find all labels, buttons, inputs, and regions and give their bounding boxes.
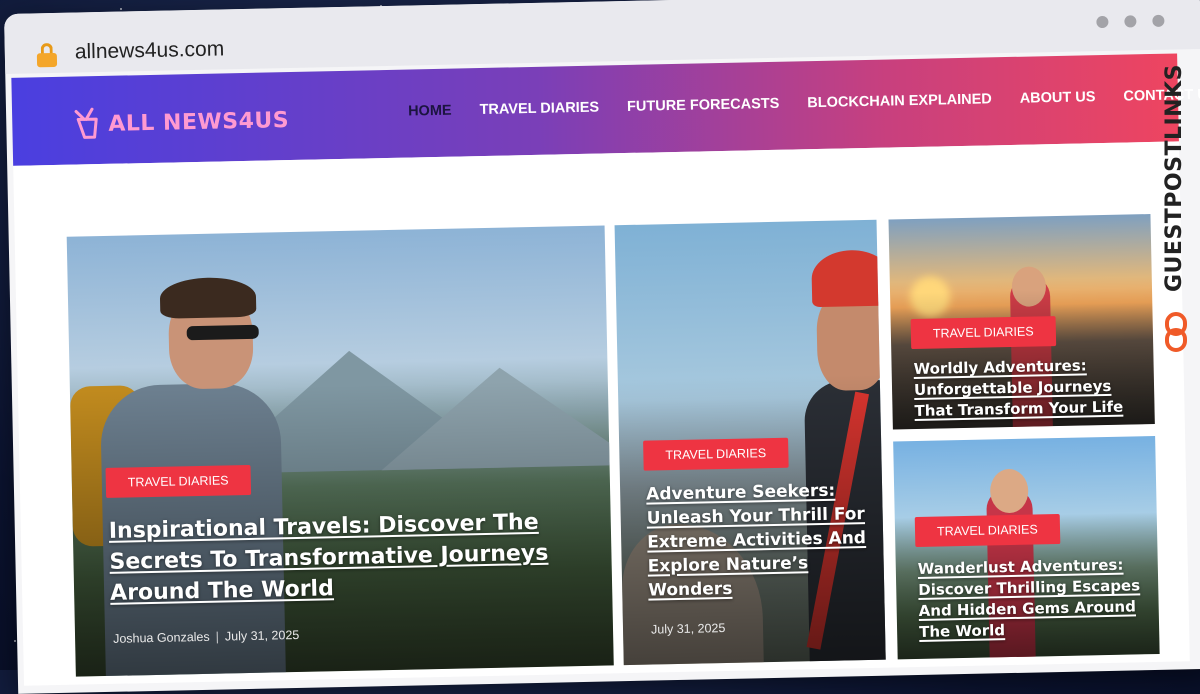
lock-icon: [36, 42, 58, 68]
window-dot-icon[interactable]: [1152, 14, 1165, 27]
nav-future-forecasts[interactable]: FUTURE FORECASTS: [627, 96, 780, 115]
post-date: July 31, 2025: [650, 621, 726, 637]
post-title[interactable]: Adventure Seekers: Unleash Your Thrill F…: [646, 478, 876, 603]
post-date: July 31, 2025: [224, 627, 300, 644]
logo-text: ALL NEWS4US: [108, 107, 290, 137]
tv-logo-icon: [74, 107, 98, 139]
window-dot-icon[interactable]: [1096, 15, 1109, 29]
window-dot-icon[interactable]: [1124, 15, 1137, 28]
post-card[interactable]: TRAVEL DIARIES Worldly Adventures: Unfor…: [888, 214, 1155, 430]
featured-post-card[interactable]: TRAVEL DIARIES Inspirational Travels: Di…: [66, 225, 614, 677]
guestpostlinks-watermark: GUESTPOSTLINKS: [1158, 60, 1194, 360]
url-text[interactable]: allnews4us.com: [75, 37, 225, 64]
nav-about-us[interactable]: ABOUT US: [1020, 89, 1096, 107]
post-author[interactable]: Joshua Gonzales: [113, 630, 210, 646]
post-card[interactable]: TRAVEL DIARIES Adventure Seekers: Unleas…: [614, 219, 886, 666]
nav-travel-diaries[interactable]: TRAVEL DIARIES: [479, 100, 599, 118]
site-logo[interactable]: ALL NEWS4US: [72, 100, 290, 145]
main-nav: HOME TRAVEL DIARIES FUTURE FORECASTS BLO…: [408, 86, 1200, 120]
window-controls: [1085, 12, 1165, 33]
watermark-text: GUESTPOSTLINKS: [1162, 64, 1187, 292]
featured-posts-grid: TRAVEL DIARIES Inspirational Travels: Di…: [13, 141, 1190, 686]
post-title[interactable]: Worldly Adventures: Unforgettable Journe…: [913, 354, 1142, 422]
category-badge[interactable]: TRAVEL DIARIES: [910, 316, 1056, 350]
category-badge[interactable]: TRAVEL DIARIES: [643, 437, 789, 471]
nav-home[interactable]: HOME: [408, 103, 452, 120]
chain-link-icon: [1165, 312, 1187, 352]
browser-window: allnews4us.com ALL NEWS4US HOME TRAVEL D…: [4, 0, 1200, 694]
category-badge[interactable]: TRAVEL DIARIES: [105, 464, 251, 498]
post-title[interactable]: Wanderlust Adventures: Discover Thrillin…: [918, 554, 1150, 643]
nav-blockchain-explained[interactable]: BLOCKCHAIN EXPLAINED: [807, 91, 992, 111]
category-badge[interactable]: TRAVEL DIARIES: [914, 514, 1061, 548]
post-title[interactable]: Inspirational Travels: Discover The Secr…: [109, 506, 561, 608]
post-card[interactable]: TRAVEL DIARIES Wanderlust Adventures: Di…: [893, 435, 1160, 660]
